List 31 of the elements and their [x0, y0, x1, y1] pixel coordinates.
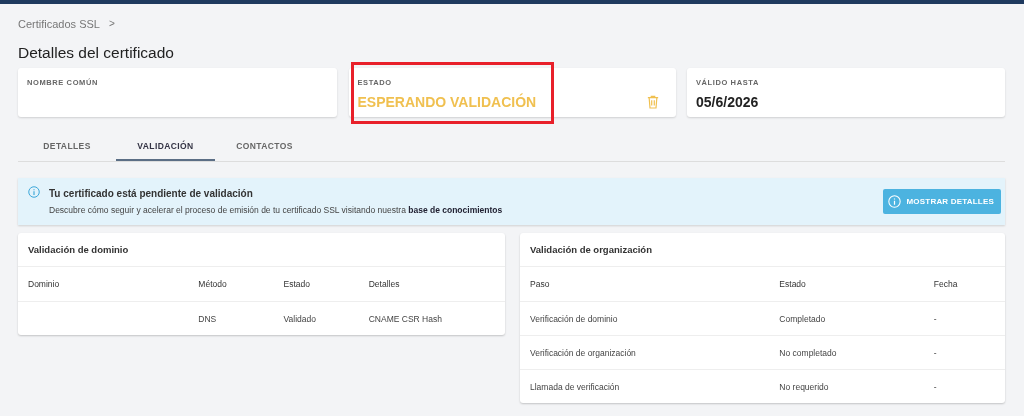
table-cell-text: Llamada de verificación: [530, 381, 621, 392]
table-cell-text: Validado: [283, 313, 317, 324]
column-header: Dominio: [28, 279, 61, 289]
banner-title: Tu certificado está pendiente de validación: [49, 188, 254, 199]
column-header: Método: [198, 279, 228, 289]
status-value: ESPERANDO VALIDACIÓN: [357, 94, 537, 110]
column-header: Detalles: [368, 279, 401, 289]
column-header: Fecha: [933, 279, 959, 289]
table-cell-text: CNAME CSR Hash: [368, 313, 443, 324]
breadcrumb-separator: >: [108, 18, 115, 31]
table-cell-text: -: [933, 313, 938, 324]
tab[interactable]: DETALLES: [18, 137, 116, 161]
column-header: Estado: [779, 279, 807, 289]
column-header: Estado: [283, 279, 311, 289]
breadcrumb-link[interactable]: Certificados SSL: [18, 18, 100, 32]
table-cell-text: -: [933, 381, 938, 392]
table-cell-text: No requerido: [779, 381, 830, 392]
table-cell-text: Verificación de organización: [530, 347, 637, 358]
page-title: Detalles del certificado: [18, 44, 175, 62]
panel-title: Validación de organización: [520, 233, 1005, 267]
table-cell-text: -: [933, 347, 938, 358]
table-cell-text: Verificación de dominio: [530, 313, 619, 324]
tab[interactable]: CONTACTOS: [215, 137, 314, 161]
table-cell-text: Completado: [779, 313, 827, 324]
banner-message: Descubre cómo seguir y acelerar el proceso de emisión de tu certificado SSL visitando nuestra base de conocimientos: [49, 205, 504, 215]
card-value: 05/6/2026: [696, 94, 759, 110]
table-cell-text: No completado: [779, 347, 838, 358]
panel-title: Validación de dominio: [18, 233, 505, 267]
column-header: Paso: [530, 279, 551, 289]
table-cell-text: DNS: [198, 313, 218, 324]
tab[interactable]: VALIDACIÓN: [116, 137, 215, 161]
